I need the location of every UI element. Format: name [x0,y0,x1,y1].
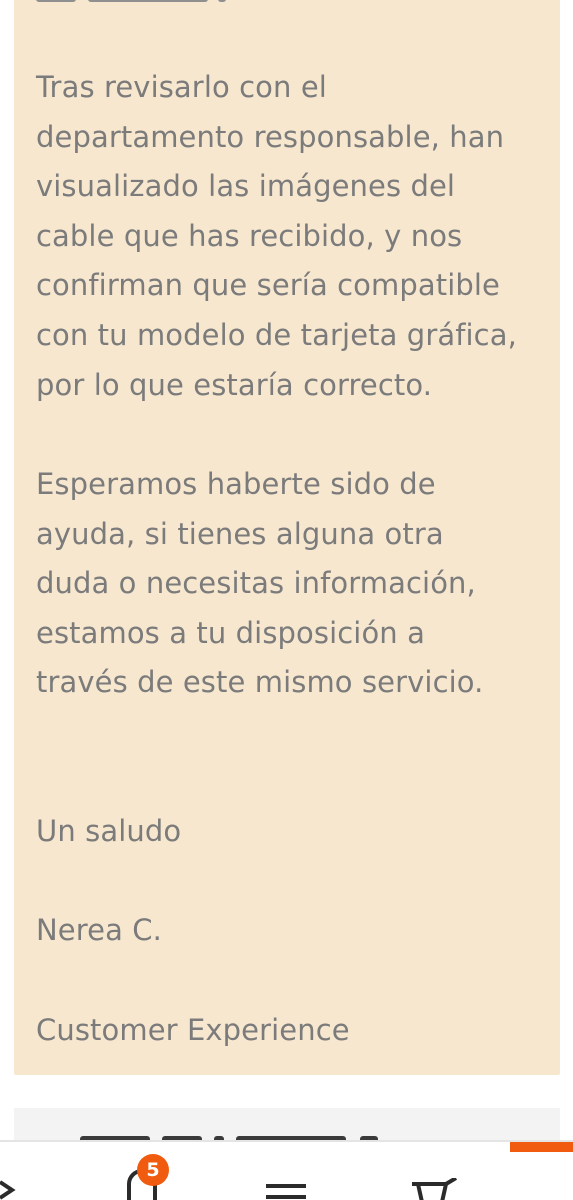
message-line: estamos a tu disposición a [36,615,425,650]
message-line: departamento responsable, han [36,119,505,154]
notifications-badge: 5 [137,1154,169,1186]
message-line: confirman que sería compatible [36,268,500,303]
message-line: través de este mismo servicio. [36,665,484,700]
message-closing: Un saludo [36,814,182,848]
message-line: cable que has recibido, y nos [36,218,463,253]
message-line: ayuda, si tienes alguna otra [36,516,444,551]
message-line: por lo que estaría correcto. [36,367,433,402]
message-line: Tras revisarlo con el [36,70,327,104]
active-tab-indicator [510,1142,573,1152]
message-paragraph-2: Esperamos haberte sido de ayuda, si tien… [36,460,551,708]
message-line: con tu modelo de tarjeta gráfica, [36,317,517,352]
message-paragraph-1: Tras revisarlo con el departamento respo… [36,63,551,410]
bottom-navigation: 5 [0,1140,573,1200]
message-line: visualizado las imágenes del [36,169,456,204]
share-icon[interactable] [0,1172,30,1200]
agent-team: Customer Experience [36,1013,350,1047]
agent-name: Nerea C. [36,913,162,947]
message-line: Esperamos haberte sido de [36,467,436,501]
chat-page: Tras revisarlo con el departamento respo… [0,0,573,1200]
menu-icon[interactable] [266,1184,306,1200]
clipped-previous-text [36,0,336,8]
message-line: duda o necesitas información, [36,566,476,601]
cart-icon[interactable] [410,1176,460,1200]
